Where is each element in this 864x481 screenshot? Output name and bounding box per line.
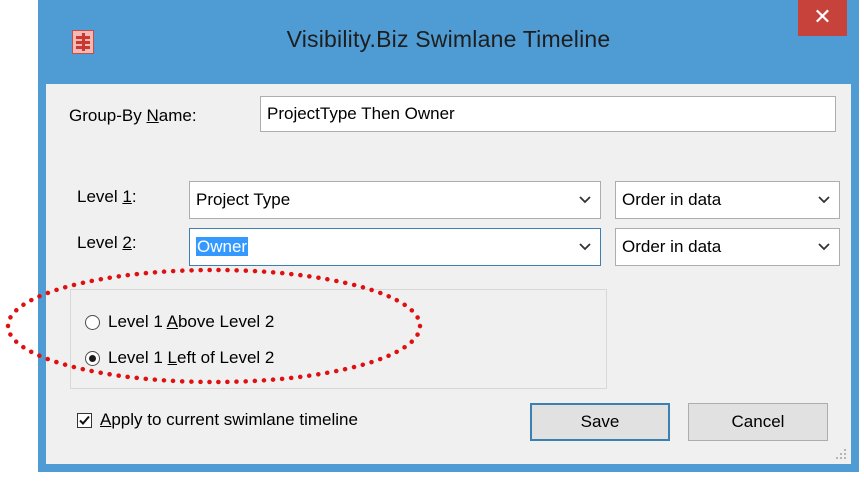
label-text: : xyxy=(131,187,137,206)
layout-options-group: Level 1 Above Level 2 Level 1 Left of Le… xyxy=(70,289,607,389)
level2-field-value-wrap: Owner xyxy=(196,237,249,257)
window-title: Visibility.Biz Swimlane Timeline xyxy=(286,26,611,52)
radio-button-selected[interactable] xyxy=(85,350,100,366)
apply-checkbox[interactable] xyxy=(77,412,92,428)
checkmark-icon xyxy=(79,415,90,425)
level2-label: Level 2: xyxy=(77,233,137,253)
label-text: Group-By xyxy=(69,106,147,125)
label-text: pply to current swimlane timeline xyxy=(111,410,358,429)
label-text: eft of Level 2 xyxy=(177,348,275,367)
radio-level1-above[interactable]: Level 1 Above Level 2 xyxy=(85,312,274,332)
accelerator-key: 1 xyxy=(122,187,132,206)
label-text: ame: xyxy=(158,106,197,125)
group-by-name-label: Group-By Name: xyxy=(69,106,197,126)
apply-checkbox-label: Apply to current swimlane timeline xyxy=(100,410,358,430)
swimlane-dialog: Visibility.Biz Swimlane Timeline ✕ Group… xyxy=(38,0,859,472)
level2-field-select[interactable]: Owner xyxy=(189,228,601,266)
radio-label: Level 1 Above Level 2 xyxy=(108,312,274,332)
level1-field-value: Project Type xyxy=(196,190,291,209)
title-bar[interactable]: Visibility.Biz Swimlane Timeline ✕ xyxy=(38,0,859,84)
level2-order-value: Order in data xyxy=(622,237,722,256)
label-text: Level 1 xyxy=(108,312,167,331)
accelerator-key: A xyxy=(166,312,178,331)
accelerator-key: 2 xyxy=(122,233,132,252)
apply-checkbox-row[interactable]: Apply to current swimlane timeline xyxy=(77,410,358,430)
level1-order-select[interactable]: Order in data xyxy=(615,181,840,219)
chevron-down-icon xyxy=(818,243,830,251)
radio-level1-left[interactable]: Level 1 Left of Level 2 xyxy=(85,348,274,368)
level2-order-select[interactable]: Order in data xyxy=(615,228,840,266)
accelerator-key: L xyxy=(167,348,178,367)
level2-field-value: Owner xyxy=(196,237,249,256)
accelerator-key: A xyxy=(100,410,112,429)
resize-grip-icon[interactable] xyxy=(835,448,847,460)
label-text: Level 1 xyxy=(108,348,168,367)
chevron-down-icon xyxy=(579,196,591,204)
label-text: : xyxy=(131,233,137,252)
level1-label: Level 1: xyxy=(77,187,137,207)
radio-button[interactable] xyxy=(85,314,100,330)
level1-order-value: Order in data xyxy=(622,190,722,209)
close-button[interactable]: ✕ xyxy=(798,0,847,36)
close-icon: ✕ xyxy=(813,4,832,29)
chevron-down-icon xyxy=(818,196,830,204)
radio-label: Level 1 Left of Level 2 xyxy=(108,348,274,368)
group-by-name-input[interactable]: ProjectType Then Owner xyxy=(260,96,836,132)
label-text: bove Level 2 xyxy=(177,312,275,331)
accelerator-key: N xyxy=(146,106,159,125)
chevron-down-icon xyxy=(579,243,591,251)
label-text: Level xyxy=(77,187,123,206)
cancel-button[interactable]: Cancel xyxy=(688,403,828,441)
label-text: Level xyxy=(77,233,123,252)
level1-field-select[interactable]: Project Type xyxy=(189,181,601,219)
dialog-body: Group-By Name: ProjectType Then Owner Le… xyxy=(46,84,851,464)
save-button[interactable]: Save xyxy=(530,403,670,441)
